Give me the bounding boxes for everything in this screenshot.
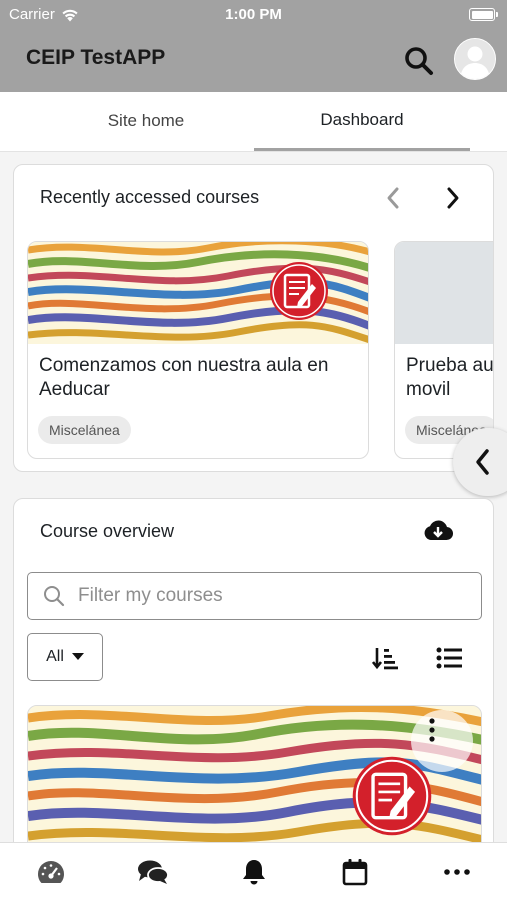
more-vertical-icon [429, 718, 435, 742]
course-status-value: All [46, 648, 64, 665]
search-button[interactable] [400, 42, 438, 80]
recent-courses-card: Recently accessed courses Comenzamos con… [13, 164, 494, 472]
previous-button[interactable] [378, 183, 408, 213]
battery-icon [469, 8, 498, 21]
chevron-left-icon [387, 187, 399, 209]
tab-dashboard-home[interactable] [26, 853, 76, 891]
search-icon [44, 586, 65, 607]
course-image [28, 242, 368, 344]
tab-calendar[interactable] [330, 853, 380, 891]
filter-courses-input[interactable] [78, 585, 458, 607]
tab-site-home[interactable]: Site home [36, 92, 256, 150]
app-header: CEIP TestAPP [0, 30, 507, 92]
course-card[interactable]: Prueba aula movil Miscelánea [394, 241, 494, 459]
caret-down-icon [71, 653, 84, 660]
bottom-tab-bar [0, 842, 507, 900]
chevron-right-icon [447, 187, 459, 209]
download-courses-button[interactable] [420, 513, 456, 547]
status-time: 1:00 PM [225, 6, 282, 23]
filter-courses-field[interactable] [27, 572, 482, 620]
next-button[interactable] [438, 183, 468, 213]
more-icon [444, 869, 470, 875]
display-list-button[interactable] [434, 643, 464, 673]
tab-more[interactable] [432, 853, 482, 891]
cloud-download-icon [424, 520, 453, 541]
tab-notifications[interactable] [229, 853, 279, 891]
recent-courses-heading: Recently accessed courses [40, 187, 260, 207]
list-icon [436, 647, 462, 669]
sort-courses-button[interactable] [370, 643, 400, 673]
messages-icon [138, 860, 169, 884]
course-image [395, 242, 493, 344]
open-block-drawer-button[interactable] [453, 428, 507, 496]
course-card[interactable]: Comenzamos con nuestra aula en Aeducar M… [27, 241, 369, 459]
user-avatar[interactable] [454, 38, 496, 80]
search-icon [405, 47, 433, 75]
course-status-select[interactable]: All [27, 633, 103, 681]
course-overview-heading: Course overview [40, 521, 175, 541]
sort-amount-down-icon [372, 648, 398, 670]
dashboard-icon [38, 861, 64, 883]
course-card[interactable] [27, 705, 482, 842]
user-avatar-icon [455, 39, 495, 79]
app-title: CEIP TestAPP [26, 46, 166, 69]
notepad-pencil-icon [270, 262, 328, 320]
calendar-icon [342, 859, 368, 886]
chevron-left-icon [476, 449, 489, 475]
tab-messages[interactable] [128, 853, 178, 891]
tab-bar: Site home Dashboard [0, 92, 507, 152]
notepad-pencil-icon [352, 756, 432, 836]
course-title: Comenzamos con nuestra aula en Aeducar [39, 355, 329, 400]
course-options-button[interactable] [411, 710, 473, 772]
status-bar: Carrier 1:00 PM [0, 0, 507, 30]
course-category-badge: Miscelánea [38, 416, 131, 444]
course-title: Prueba aula movil [406, 355, 494, 400]
tab-dashboard[interactable]: Dashboard [254, 92, 470, 151]
dashboard-content[interactable]: Recently accessed courses Comenzamos con… [0, 152, 507, 842]
course-overview-card: Course overview All [13, 498, 494, 842]
notifications-icon [243, 860, 265, 885]
